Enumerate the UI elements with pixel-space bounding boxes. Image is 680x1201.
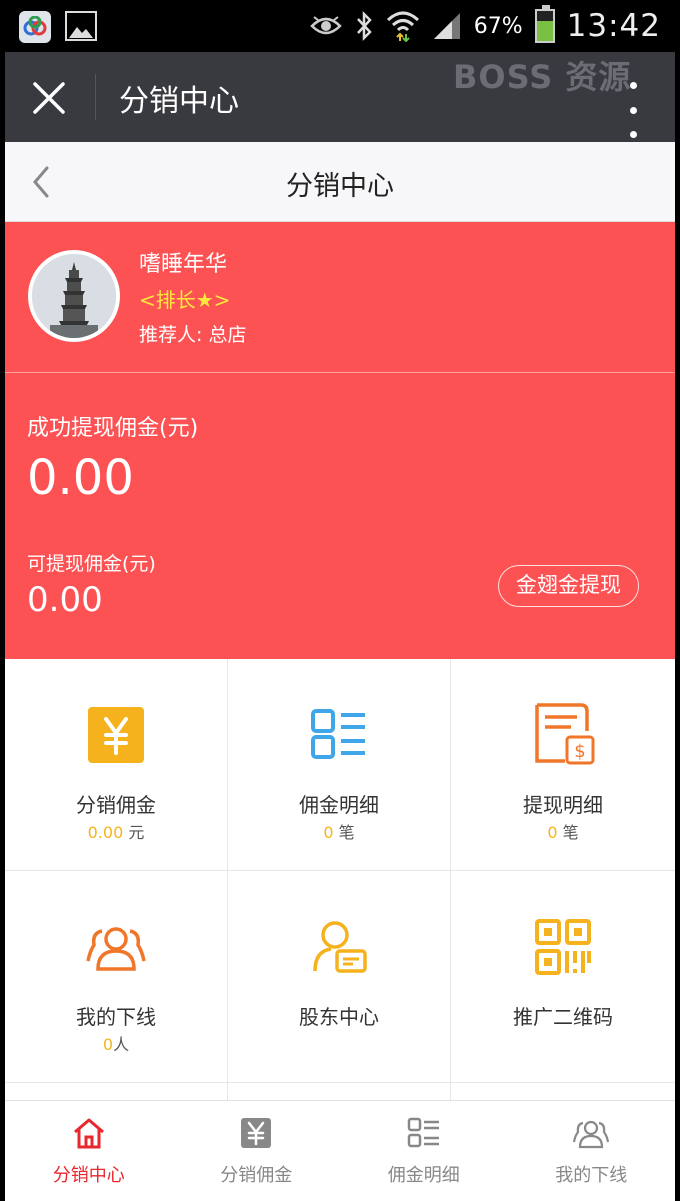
close-button[interactable] [27, 76, 71, 120]
status-bar: 67% 13:42 [5, 0, 675, 52]
status-left-icons [19, 11, 97, 43]
home-icon [73, 1118, 104, 1149]
bottom-nav: 分销中心 分销佣金 佣金明细 我的下线 [5, 1100, 675, 1201]
image-icon [65, 11, 97, 41]
grid-item-unit: 笔 [562, 823, 579, 842]
grid-item-label: 股东中心 [299, 1005, 379, 1029]
grid-item-value: 0.00 [87, 823, 124, 842]
grid-item-commission[interactable]: 分销佣金 0.00 元 [5, 659, 228, 871]
success-commission-label: 成功提现佣金(元) [27, 416, 199, 441]
close-icon [33, 82, 65, 114]
grid-item-label: 提现明细 [523, 793, 603, 817]
grid-item-label: 推广二维码 [513, 1005, 613, 1029]
nav-label: 分销中心 [52, 1165, 125, 1186]
more-menu-button[interactable] [627, 82, 639, 138]
dot-icon [629, 82, 637, 89]
available-commission-label: 可提现佣金(元) [27, 553, 156, 575]
grid-item-label: 佣金明细 [299, 793, 379, 817]
referrer: 推荐人: 总店 [139, 324, 247, 346]
dot-icon [629, 106, 637, 114]
users-icon [573, 1120, 610, 1149]
grid-item-sub: 0.00 元 [5, 819, 227, 843]
list-icon [311, 709, 365, 759]
nav-item-distribution-center[interactable]: 分销中心 [5, 1101, 173, 1201]
wifi-icon [386, 11, 419, 42]
nav-item-commission-details[interactable]: 佣金明细 [340, 1101, 508, 1201]
grid-item-promo-qrcode[interactable]: 推广二维码 [451, 871, 675, 1083]
grid-item-label: 分销佣金 [76, 793, 156, 817]
success-commission-value: 0.00 [27, 450, 134, 506]
page-header: 分销中心 [5, 142, 675, 222]
svg-text:$: $ [574, 741, 585, 762]
eye-icon [309, 16, 342, 35]
grid-item-sub: 0 笔 [451, 819, 675, 843]
dot-icon [629, 131, 637, 138]
grid-item-my-downline[interactable]: 我的下线 0人 [5, 871, 228, 1083]
grid-item-unit: 人 [113, 1035, 130, 1054]
title-bar: 分销中心 BOSS 资源 [5, 52, 675, 142]
withdraw-record-icon: $ [535, 703, 595, 765]
shareholder-icon [313, 921, 367, 973]
withdraw-button[interactable]: 金翅金提现 [498, 565, 639, 607]
app-icon [19, 11, 51, 43]
yen-icon [88, 707, 144, 763]
nav-item-my-downline[interactable]: 我的下线 [508, 1101, 676, 1201]
profile-hero: 嗜睡年华 <排长★> 推荐人: 总店 成功提现佣金(元) 0.00 可提现佣金(… [5, 222, 675, 659]
user-rank: <排长★> [139, 288, 231, 312]
bluetooth-icon [356, 10, 372, 42]
qrcode-icon [535, 919, 591, 975]
user-name: 嗜睡年华 [139, 252, 228, 277]
grid-item-unit: 笔 [338, 823, 355, 842]
window-title: 分销中心 [119, 84, 239, 119]
signal-icon [433, 13, 460, 39]
yen-icon [241, 1118, 272, 1148]
nav-label: 佣金明细 [387, 1165, 460, 1186]
battery-icon [534, 5, 555, 43]
available-commission-value: 0.00 [27, 580, 103, 620]
grid-item-commission-details[interactable]: 佣金明细 0 笔 [228, 659, 451, 871]
title-divider [95, 74, 96, 120]
phone-screen: 67% 13:42 分销中心 BOSS 资源 分销中心 嗜睡年华 <排长★> 推… [5, 0, 675, 1201]
nav-label: 分销佣金 [220, 1165, 293, 1186]
list-icon [407, 1117, 439, 1148]
clock: 13:42 [566, 8, 661, 44]
grid-item-withdraw-details[interactable]: $ 提现明细 0 笔 [451, 659, 675, 871]
divider [5, 372, 675, 373]
status-right-icons: 67% 13:42 [309, 5, 661, 46]
avatar-image [32, 254, 116, 338]
battery-percent: 67% [473, 13, 523, 39]
grid-item-label: 我的下线 [76, 1005, 156, 1029]
avatar[interactable] [28, 250, 120, 342]
grid-item-shareholder-center[interactable]: 股东中心 [228, 871, 451, 1083]
grid-item-value: 0 [102, 1035, 114, 1054]
page-title: 分销中心 [286, 171, 394, 202]
grid-item-value: 0 [323, 823, 334, 842]
grid-item-sub: 0 笔 [228, 819, 450, 843]
grid-item-value: 0 [547, 823, 558, 842]
battery-level [536, 20, 553, 41]
users-icon [86, 927, 146, 971]
nav-item-commission[interactable]: 分销佣金 [173, 1101, 341, 1201]
grid-item-sub: 0人 [5, 1031, 227, 1055]
nav-label: 我的下线 [555, 1165, 628, 1186]
grid-item-unit: 元 [128, 823, 145, 842]
watermark: BOSS 资源 [453, 58, 632, 96]
